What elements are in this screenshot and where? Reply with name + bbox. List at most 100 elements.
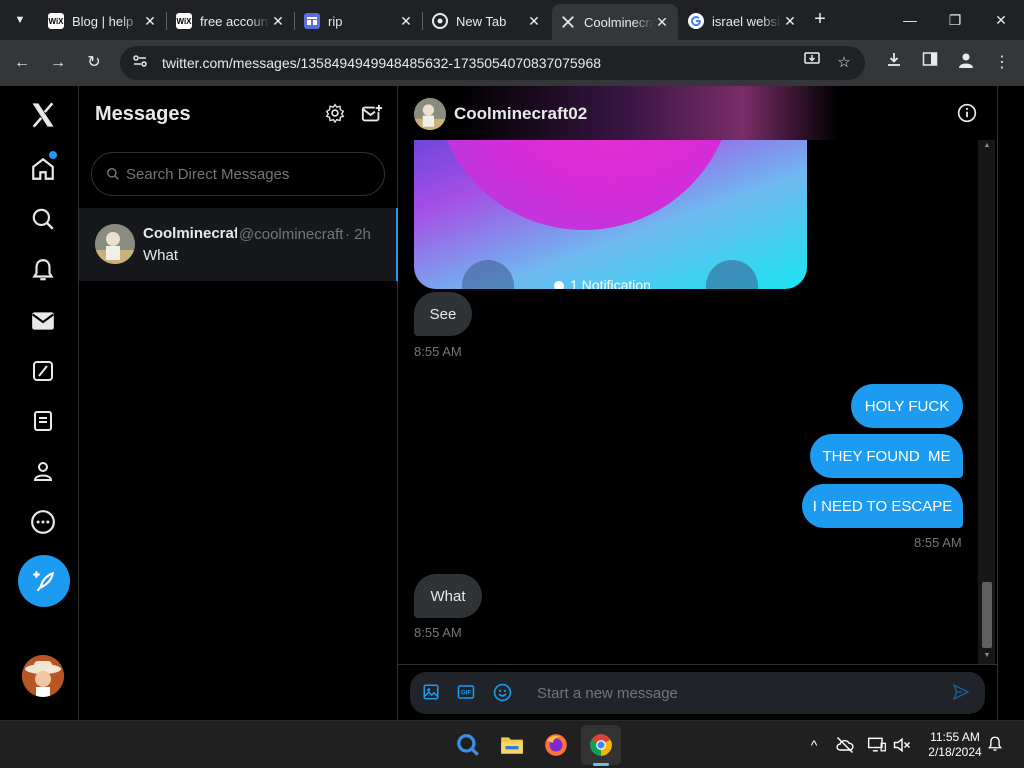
window-close-icon[interactable]: ✕ (986, 8, 1016, 32)
emoji-icon[interactable] (493, 683, 513, 703)
tab-close-icon[interactable]: ✕ (654, 14, 670, 31)
wix-icon: WiX (48, 13, 64, 29)
download-icon[interactable] (882, 51, 906, 75)
system-clock[interactable]: 11:55 AM 2/18/2024 (922, 730, 988, 760)
notification-text: 1 Notification (554, 277, 651, 289)
tab-blog-help[interactable]: WiX Blog | help ✕ (40, 6, 166, 36)
send-icon[interactable] (952, 683, 972, 703)
scroll-up-arrow-icon[interactable]: ▲ (982, 142, 992, 149)
profile-icon[interactable] (20, 448, 66, 494)
chat-contact-name[interactable]: Coolminecraft02 (454, 104, 587, 124)
search-app-icon[interactable] (448, 725, 488, 765)
x-icon (560, 14, 576, 30)
tab-israel-website[interactable]: israel website ✕ (680, 6, 806, 36)
image-icon[interactable] (422, 683, 442, 703)
tab-close-icon[interactable]: ✕ (782, 13, 798, 30)
tab-search-chevron-icon[interactable]: ▼ (8, 8, 32, 32)
lists-icon[interactable] (20, 398, 66, 444)
display-icon[interactable] (867, 735, 887, 755)
tab-close-icon[interactable]: ✕ (398, 13, 414, 30)
settings-gear-icon[interactable] (325, 103, 347, 125)
chat-avatar[interactable] (414, 98, 446, 130)
message-timestamp: 8:55 AM (414, 625, 462, 640)
image-attachment[interactable]: 1 Notification (414, 140, 807, 289)
account-avatar[interactable] (22, 655, 64, 697)
forward-arrow-icon[interactable]: → (46, 51, 70, 75)
conversation-avatar (95, 224, 135, 264)
tab-coolminecraft02[interactable]: Coolminecraft02 ✕ (552, 4, 678, 40)
site-info-icon[interactable] (132, 53, 148, 74)
profile-icon[interactable] (954, 51, 978, 75)
wix-icon: WiX (176, 13, 192, 29)
firefox-icon[interactable] (536, 725, 576, 765)
chevron-up-icon[interactable]: ^ (804, 735, 824, 755)
conversation-time: · 2h (345, 226, 371, 243)
tab-new-tab[interactable]: New Tab ✕ (424, 6, 550, 36)
flashlight-icon (462, 260, 514, 289)
search-dm-input[interactable]: Search Direct Messages (91, 152, 385, 196)
reload-icon[interactable]: ↻ (82, 51, 106, 75)
camera-icon (706, 260, 758, 289)
new-message-icon[interactable] (361, 103, 383, 125)
x-logo-icon[interactable] (20, 92, 66, 138)
svg-text:GIF: GIF (461, 691, 471, 697)
tab-free-account[interactable]: WiX free account ✕ (168, 6, 294, 36)
clock-time: 11:55 AM (930, 730, 980, 744)
scroll-down-arrow-icon[interactable]: ▼ (982, 652, 992, 659)
clock-date: 2/18/2024 (928, 745, 982, 759)
mail-icon[interactable] (20, 298, 66, 344)
home-notification-dot (49, 151, 57, 159)
search-icon[interactable] (20, 196, 66, 242)
tab-close-icon[interactable]: ✕ (142, 13, 158, 30)
cloud-offline-icon[interactable] (835, 735, 855, 755)
tab-rip[interactable]: rip ✕ (296, 6, 422, 36)
compose-post-button[interactable] (18, 555, 70, 607)
chrome-app-icon[interactable] (581, 725, 621, 765)
restore-icon[interactable]: ❐ (940, 8, 970, 32)
message-timestamp: 8:55 AM (414, 344, 462, 359)
active-app-indicator (593, 763, 609, 766)
browser-tab-bar: ▼ WiX Blog | help ✕ WiX free account ✕ r… (0, 0, 1024, 40)
new-tab-plus-icon[interactable]: + (808, 8, 832, 32)
chat-header: Coolminecraft02 (398, 86, 997, 140)
tab-close-icon[interactable]: ✕ (270, 13, 286, 30)
tab-close-icon[interactable]: ✕ (526, 13, 542, 30)
kebab-menu-icon[interactable]: ⋮ (990, 51, 1014, 75)
side-panel-icon[interactable] (918, 51, 942, 75)
messages-title: Messages (95, 103, 191, 125)
gif-icon[interactable]: GIF (457, 683, 477, 703)
grok-icon[interactable] (20, 348, 66, 394)
scrollbar-thumb[interactable] (982, 582, 992, 648)
twitter-left-nav (0, 86, 79, 720)
bell-icon[interactable] (20, 247, 66, 293)
back-arrow-icon[interactable]: ← (10, 51, 34, 75)
message-bubble[interactable]: THEY FOUND ME (810, 434, 963, 478)
message-bubble[interactable]: See (414, 292, 472, 336)
info-icon[interactable] (957, 103, 979, 125)
browser-toolbar: ← → ↻ twitter.com/messages/1358494949948… (0, 40, 1024, 86)
message-bubble[interactable]: What (414, 574, 482, 618)
minimize-icon[interactable]: — (895, 8, 925, 32)
conversation-name: Coolminecraft02 (143, 225, 237, 242)
windows-taskbar: ^ 11:55 AM 2/18/2024 (0, 720, 1024, 768)
message-bubble[interactable]: I NEED TO ESCAPE (802, 484, 963, 528)
speaker-muted-icon[interactable] (892, 735, 912, 755)
notification-bell-icon[interactable] (986, 735, 1006, 755)
home-icon[interactable] (20, 146, 66, 192)
message-input[interactable] (537, 683, 937, 703)
message-bubble[interactable]: HOLY FUCK (851, 384, 963, 428)
address-bar[interactable]: twitter.com/messages/1358494949948485632… (120, 46, 865, 80)
file-explorer-icon[interactable] (492, 725, 532, 765)
install-app-icon[interactable] (800, 51, 824, 75)
conversation-item[interactable]: Coolminecraft02 @coolminecraft02 · 2h Wh… (79, 208, 398, 281)
more-icon[interactable] (20, 499, 66, 545)
search-dm-placeholder: Search Direct Messages (126, 165, 290, 183)
search-icon (107, 168, 119, 180)
google-icon (688, 13, 704, 29)
message-timestamp: 8:55 AM (914, 535, 962, 550)
message-composer: GIF (410, 672, 985, 714)
bookmark-star-icon[interactable]: ☆ (832, 51, 856, 75)
messages-panel: Messages Search Direct Messages Coolmine… (79, 86, 398, 720)
chrome-icon (432, 13, 448, 29)
chat-pane: 1 Notification Coolminecraft02 See 8:55 … (398, 86, 998, 720)
